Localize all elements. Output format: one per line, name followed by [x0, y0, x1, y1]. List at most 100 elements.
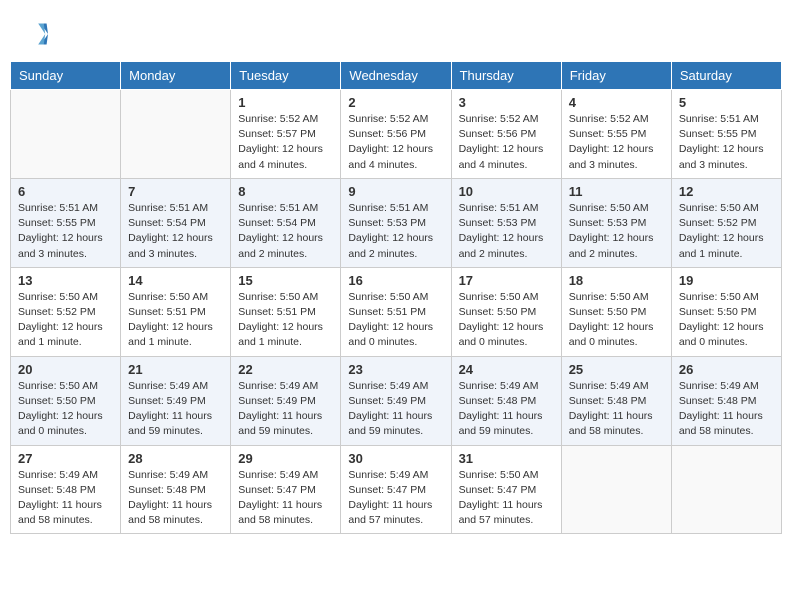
- calendar-week-1: 1 Sunrise: 5:52 AMSunset: 5:57 PMDaylight…: [11, 90, 782, 179]
- table-row: 2 Sunrise: 5:52 AMSunset: 5:56 PMDaylight…: [341, 90, 451, 179]
- day-info: Sunrise: 5:51 AMSunset: 5:54 PMDaylight:…: [128, 201, 223, 262]
- day-info: Sunrise: 5:49 AMSunset: 5:47 PMDaylight:…: [238, 468, 333, 529]
- day-number: 16: [348, 273, 443, 288]
- weekday-row: SundayMondayTuesdayWednesdayThursdayFrid…: [11, 62, 782, 90]
- day-info: Sunrise: 5:52 AMSunset: 5:55 PMDaylight:…: [569, 112, 664, 173]
- day-info: Sunrise: 5:49 AMSunset: 5:48 PMDaylight:…: [459, 379, 554, 440]
- calendar-week-3: 13 Sunrise: 5:50 AMSunset: 5:52 PMDayligh…: [11, 267, 782, 356]
- day-number: 12: [679, 184, 774, 199]
- table-row: 5 Sunrise: 5:51 AMSunset: 5:55 PMDaylight…: [671, 90, 781, 179]
- table-row: 28 Sunrise: 5:49 AMSunset: 5:48 PMDayligh…: [121, 445, 231, 534]
- day-number: 1: [238, 95, 333, 110]
- weekday-header-monday: Monday: [121, 62, 231, 90]
- day-info: Sunrise: 5:51 AMSunset: 5:53 PMDaylight:…: [459, 201, 554, 262]
- table-row: 15Sunrise: 5:50 AMSunset: 5:51 PMDayligh…: [231, 267, 341, 356]
- day-info: Sunrise: 5:50 AMSunset: 5:50 PMDaylight:…: [459, 290, 554, 351]
- day-number: 22: [238, 362, 333, 377]
- table-row: [11, 90, 121, 179]
- day-info: Sunrise: 5:49 AMSunset: 5:49 PMDaylight:…: [348, 379, 443, 440]
- table-row: 19 Sunrise: 5:50 AMSunset: 5:50 PMDayligh…: [671, 267, 781, 356]
- day-info: Sunrise: 5:50 AMSunset: 5:50 PMDaylight:…: [679, 290, 774, 351]
- day-info: Sunrise: 5:49 AMSunset: 5:48 PMDaylight:…: [569, 379, 664, 440]
- day-info: Sunrise: 5:51 AMSunset: 5:55 PMDaylight:…: [679, 112, 774, 173]
- day-info: Sunrise: 5:52 AMSunset: 5:56 PMDaylight:…: [348, 112, 443, 173]
- day-number: 9: [348, 184, 443, 199]
- table-row: 20 Sunrise: 5:50 AMSunset: 5:50 PMDayligh…: [11, 356, 121, 445]
- day-number: 27: [18, 451, 113, 466]
- weekday-header-saturday: Saturday: [671, 62, 781, 90]
- weekday-header-wednesday: Wednesday: [341, 62, 451, 90]
- day-info: Sunrise: 5:50 AMSunset: 5:51 PMDaylight:…: [238, 290, 333, 351]
- day-info: Sunrise: 5:50 AMSunset: 5:50 PMDaylight:…: [18, 379, 113, 440]
- weekday-header-sunday: Sunday: [11, 62, 121, 90]
- day-info: Sunrise: 5:51 AMSunset: 5:53 PMDaylight:…: [348, 201, 443, 262]
- table-row: 30Sunrise: 5:49 AMSunset: 5:47 PMDayligh…: [341, 445, 451, 534]
- day-number: 25: [569, 362, 664, 377]
- calendar-header: SundayMondayTuesdayWednesdayThursdayFrid…: [11, 62, 782, 90]
- table-row: 13 Sunrise: 5:50 AMSunset: 5:52 PMDayligh…: [11, 267, 121, 356]
- calendar-week-4: 20 Sunrise: 5:50 AMSunset: 5:50 PMDayligh…: [11, 356, 782, 445]
- weekday-header-tuesday: Tuesday: [231, 62, 341, 90]
- table-row: 24 Sunrise: 5:49 AMSunset: 5:48 PMDayligh…: [451, 356, 561, 445]
- logo-icon: [20, 20, 48, 48]
- calendar-week-5: 27 Sunrise: 5:49 AMSunset: 5:48 PMDayligh…: [11, 445, 782, 534]
- day-number: 24: [459, 362, 554, 377]
- calendar-body: 1 Sunrise: 5:52 AMSunset: 5:57 PMDaylight…: [11, 90, 782, 534]
- day-info: Sunrise: 5:51 AMSunset: 5:54 PMDaylight:…: [238, 201, 333, 262]
- table-row: 16Sunrise: 5:50 AMSunset: 5:51 PMDayligh…: [341, 267, 451, 356]
- day-number: 20: [18, 362, 113, 377]
- weekday-header-thursday: Thursday: [451, 62, 561, 90]
- day-info: Sunrise: 5:50 AMSunset: 5:50 PMDaylight:…: [569, 290, 664, 351]
- day-number: 31: [459, 451, 554, 466]
- table-row: 3 Sunrise: 5:52 AMSunset: 5:56 PMDaylight…: [451, 90, 561, 179]
- day-info: Sunrise: 5:50 AMSunset: 5:52 PMDaylight:…: [18, 290, 113, 351]
- day-number: 29: [238, 451, 333, 466]
- day-number: 4: [569, 95, 664, 110]
- page-header: [10, 10, 782, 53]
- day-number: 10: [459, 184, 554, 199]
- day-info: Sunrise: 5:49 AMSunset: 5:48 PMDaylight:…: [128, 468, 223, 529]
- day-info: Sunrise: 5:49 AMSunset: 5:49 PMDaylight:…: [238, 379, 333, 440]
- day-info: Sunrise: 5:52 AMSunset: 5:57 PMDaylight:…: [238, 112, 333, 173]
- day-number: 14: [128, 273, 223, 288]
- logo: [20, 20, 52, 48]
- table-row: 29 Sunrise: 5:49 AMSunset: 5:47 PMDayligh…: [231, 445, 341, 534]
- table-row: 17Sunrise: 5:50 AMSunset: 5:50 PMDayligh…: [451, 267, 561, 356]
- table-row: 12 Sunrise: 5:50 AMSunset: 5:52 PMDayligh…: [671, 178, 781, 267]
- day-number: 13: [18, 273, 113, 288]
- table-row: 27 Sunrise: 5:49 AMSunset: 5:48 PMDayligh…: [11, 445, 121, 534]
- table-row: 26 Sunrise: 5:49 AMSunset: 5:48 PMDayligh…: [671, 356, 781, 445]
- table-row: [671, 445, 781, 534]
- day-number: 30: [348, 451, 443, 466]
- day-number: 8: [238, 184, 333, 199]
- day-number: 3: [459, 95, 554, 110]
- day-info: Sunrise: 5:49 AMSunset: 5:48 PMDaylight:…: [679, 379, 774, 440]
- day-info: Sunrise: 5:50 AMSunset: 5:52 PMDaylight:…: [679, 201, 774, 262]
- table-row: 9 Sunrise: 5:51 AMSunset: 5:53 PMDaylight…: [341, 178, 451, 267]
- table-row: 8 Sunrise: 5:51 AMSunset: 5:54 PMDaylight…: [231, 178, 341, 267]
- table-row: 10 Sunrise: 5:51 AMSunset: 5:53 PMDayligh…: [451, 178, 561, 267]
- table-row: 4 Sunrise: 5:52 AMSunset: 5:55 PMDaylight…: [561, 90, 671, 179]
- day-number: 18: [569, 273, 664, 288]
- table-row: 25 Sunrise: 5:49 AMSunset: 5:48 PMDayligh…: [561, 356, 671, 445]
- day-number: 2: [348, 95, 443, 110]
- day-number: 6: [18, 184, 113, 199]
- day-number: 21: [128, 362, 223, 377]
- day-number: 28: [128, 451, 223, 466]
- day-info: Sunrise: 5:52 AMSunset: 5:56 PMDaylight:…: [459, 112, 554, 173]
- table-row: 23 Sunrise: 5:49 AMSunset: 5:49 PMDayligh…: [341, 356, 451, 445]
- day-number: 19: [679, 273, 774, 288]
- day-number: 23: [348, 362, 443, 377]
- table-row: 31Sunrise: 5:50 AMSunset: 5:47 PMDayligh…: [451, 445, 561, 534]
- day-info: Sunrise: 5:49 AMSunset: 5:48 PMDaylight:…: [18, 468, 113, 529]
- table-row: 22 Sunrise: 5:49 AMSunset: 5:49 PMDayligh…: [231, 356, 341, 445]
- day-info: Sunrise: 5:50 AMSunset: 5:51 PMDaylight:…: [128, 290, 223, 351]
- day-number: 5: [679, 95, 774, 110]
- table-row: 18 Sunrise: 5:50 AMSunset: 5:50 PMDayligh…: [561, 267, 671, 356]
- calendar-table: SundayMondayTuesdayWednesdayThursdayFrid…: [10, 61, 782, 534]
- table-row: [561, 445, 671, 534]
- day-info: Sunrise: 5:49 AMSunset: 5:49 PMDaylight:…: [128, 379, 223, 440]
- table-row: 6Sunrise: 5:51 AMSunset: 5:55 PMDaylight…: [11, 178, 121, 267]
- day-number: 26: [679, 362, 774, 377]
- table-row: 7Sunrise: 5:51 AMSunset: 5:54 PMDaylight…: [121, 178, 231, 267]
